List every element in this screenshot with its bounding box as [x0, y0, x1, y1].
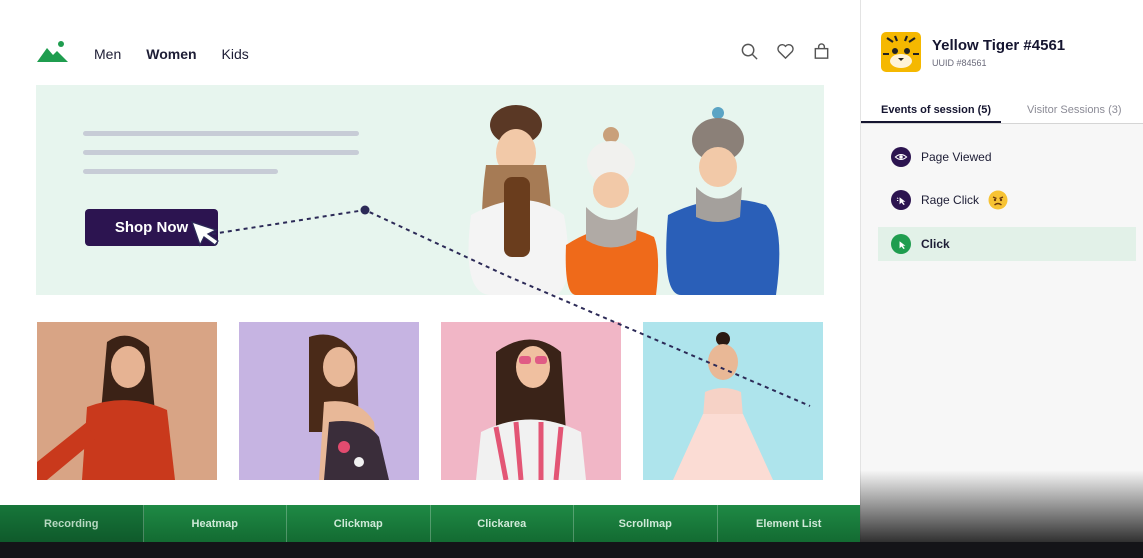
- panel-tabs: Events of session (5) Visitor Sessions (…: [861, 96, 1143, 124]
- shop-now-button[interactable]: Shop Now: [85, 209, 218, 246]
- tab-clickmap[interactable]: Clickmap: [287, 505, 431, 542]
- tab-heatmap[interactable]: Heatmap: [144, 505, 287, 542]
- product-tile[interactable]: [441, 322, 621, 480]
- product-tile[interactable]: [239, 322, 419, 480]
- nav-men[interactable]: Men: [94, 46, 121, 62]
- event-label: Page Viewed: [921, 150, 992, 164]
- hero-models-image: [468, 105, 780, 295]
- nav-kids[interactable]: Kids: [222, 46, 249, 62]
- tab-element-list[interactable]: Element List: [718, 505, 861, 542]
- angry-face-icon: [988, 190, 1008, 210]
- hero-banner: Shop Now: [36, 85, 824, 295]
- app-window: Men Women Kids Shop Now Recording Heatma…: [0, 0, 1143, 558]
- tab-events-of-session[interactable]: Events of session (5): [881, 104, 991, 116]
- playback-bar[interactable]: [0, 542, 1143, 558]
- event-rage-click[interactable]: Rage Click: [878, 183, 1136, 217]
- rage-click-icon: [891, 190, 911, 210]
- shopping-bag-icon[interactable]: [812, 42, 831, 61]
- event-label: Click: [921, 237, 950, 251]
- tab-scrollmap[interactable]: Scrollmap: [574, 505, 718, 542]
- placeholder-text-line: [83, 150, 359, 155]
- product-tile[interactable]: [37, 322, 217, 480]
- heart-icon[interactable]: [776, 42, 795, 61]
- event-click[interactable]: Click: [878, 227, 1136, 261]
- tab-recording[interactable]: Recording: [0, 505, 144, 542]
- site-header-icons: [740, 42, 831, 61]
- tiger-avatar-icon: [881, 32, 921, 72]
- main-nav: Men Women Kids: [94, 46, 249, 62]
- click-icon: [891, 234, 911, 254]
- event-page-viewed[interactable]: Page Viewed: [878, 140, 1136, 174]
- search-icon[interactable]: [740, 42, 759, 61]
- visitor-header: Yellow Tiger #4561 UUID #84561: [861, 0, 1143, 96]
- mountain-logo-icon[interactable]: [37, 40, 69, 64]
- product-tile[interactable]: [643, 322, 823, 480]
- placeholder-text-line: [83, 131, 359, 136]
- nav-women[interactable]: Women: [146, 46, 196, 62]
- tab-clickarea[interactable]: Clickarea: [431, 505, 574, 542]
- visitor-uuid: UUID #84561: [932, 58, 987, 68]
- placeholder-text-line: [83, 169, 278, 174]
- analysis-toolbar: Recording Heatmap Clickmap Clickarea Scr…: [0, 505, 860, 542]
- eye-icon: [891, 147, 911, 167]
- tab-visitor-sessions[interactable]: Visitor Sessions (3): [1027, 104, 1122, 116]
- event-label: Rage Click: [921, 193, 980, 207]
- active-tab-underline: [861, 121, 1001, 123]
- visitor-name: Yellow Tiger #4561: [932, 37, 1066, 54]
- website-preview: Men Women Kids Shop Now: [0, 0, 860, 505]
